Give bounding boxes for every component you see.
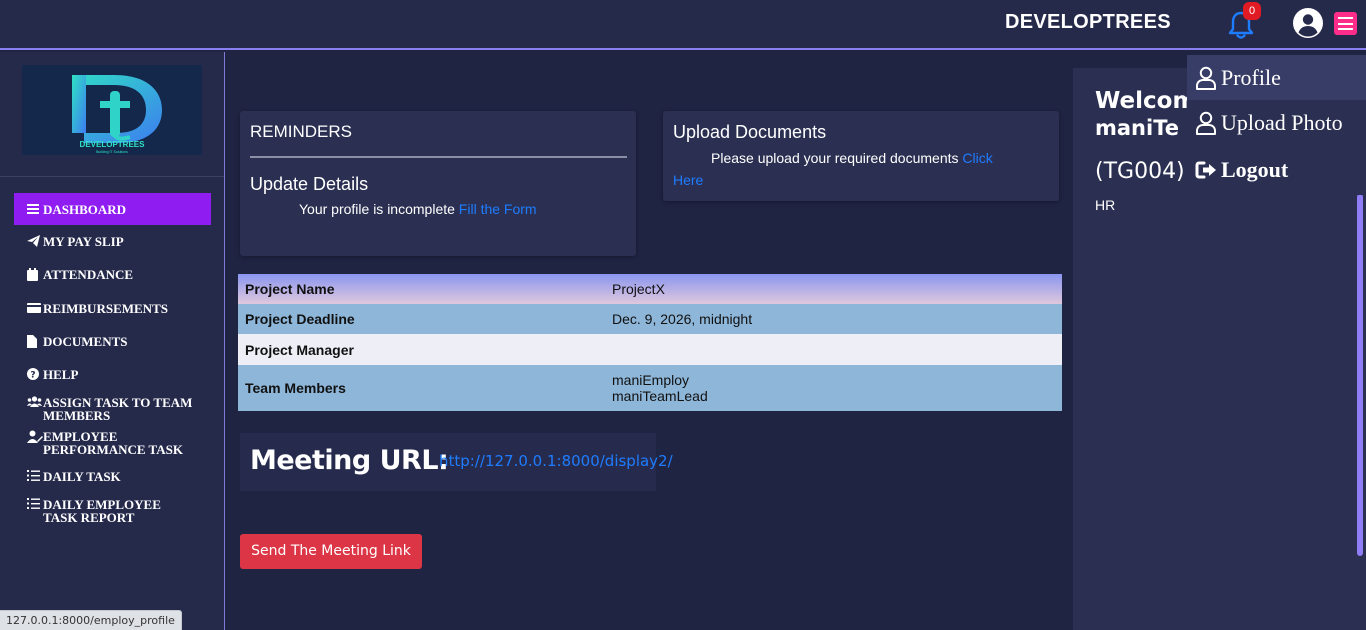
hamburger-menu-button[interactable] bbox=[1334, 12, 1357, 35]
reminder-text: Your profile is incomplete bbox=[299, 201, 455, 217]
employee-name: maniTe bbox=[1095, 116, 1179, 140]
upload-text: Please upload your required documents bbox=[711, 150, 959, 166]
credit-card-icon bbox=[27, 302, 41, 315]
browser-status-url: 127.0.0.1:8000/employ_profile bbox=[0, 610, 182, 630]
sidebar-item-label: EMPLOYEE PERFORMANCE TASK bbox=[43, 429, 183, 457]
dropdown-item-upload-photo[interactable]: Upload Photo bbox=[1187, 100, 1366, 145]
reminders-divider bbox=[250, 156, 627, 158]
list-check-icon bbox=[27, 498, 41, 511]
question-circle-icon: ? bbox=[27, 368, 41, 382]
sidebar-item-help[interactable]: ? HELP bbox=[14, 368, 211, 388]
logo-text: DEVELOPTREES bbox=[80, 140, 146, 149]
upload-documents-card: Upload Documents Please upload your requ… bbox=[663, 111, 1059, 201]
team-member: maniEmploy bbox=[612, 372, 690, 388]
upload-documents-title: Upload Documents bbox=[673, 122, 827, 142]
sidebar-item-label: REIMBURSEMENTS bbox=[43, 301, 168, 316]
table-cell-key: Project Manager bbox=[245, 341, 354, 358]
click-here-link[interactable]: Click bbox=[962, 150, 992, 166]
table-cell-value: Dec. 9, 2026, midnight bbox=[612, 311, 753, 327]
table-row: Project Name ProjectX bbox=[238, 274, 1062, 304]
logo-subtitle: Building IT Solutions bbox=[96, 150, 128, 154]
sidebar-item-assign-task[interactable]: ASSIGN TASK TO TEAM MEMBERS bbox=[14, 396, 211, 422]
paper-plane-icon bbox=[27, 235, 41, 249]
user-outline-icon bbox=[1196, 111, 1216, 135]
meeting-url-link[interactable]: http://127.0.0.1:8000/display2/ bbox=[439, 452, 673, 470]
sidebar-item-label: MY PAY SLIP bbox=[43, 234, 124, 249]
dropdown-item-label: Upload Photo bbox=[1221, 109, 1343, 135]
upload-instructions: Please upload your required documents Cl… bbox=[711, 150, 993, 166]
user-edit-icon bbox=[27, 430, 43, 445]
table-row: Project Manager bbox=[238, 334, 1062, 365]
table-cell-value: maniEmploy maniTeamLead bbox=[605, 365, 1062, 411]
file-icon bbox=[27, 335, 41, 350]
profile-incomplete-text: Your profile is incomplete Fill the Form bbox=[299, 201, 537, 217]
reminders-card: REMINDERS Update Details Your profile is… bbox=[240, 111, 636, 256]
bars-icon bbox=[27, 203, 41, 216]
sidebar-item-daily-employee-task-report[interactable]: DAILY EMPLOYEE TASK REPORT bbox=[14, 498, 211, 524]
calendar-icon bbox=[27, 268, 41, 283]
employee-id: (TG004) bbox=[1095, 159, 1185, 184]
hamburger-line bbox=[1338, 28, 1353, 30]
sidebar: DEVELOPTREES Building IT Solutions DASHB… bbox=[0, 52, 225, 630]
notification-badge: 0 bbox=[1243, 2, 1261, 20]
upload-link-continued: Here bbox=[673, 172, 703, 188]
table-cell-key: Project Deadline bbox=[245, 311, 355, 327]
dropdown-item-profile[interactable]: Profile bbox=[1187, 55, 1366, 100]
meeting-url-label: Meeting URL: bbox=[250, 445, 449, 476]
table-row: Team Members maniEmploy maniTeamLead bbox=[238, 365, 1062, 411]
sidebar-nav: DASHBOARD MY PAY SLIP ATTENDANCE REIMBUR… bbox=[14, 193, 211, 524]
click-here-link-continued[interactable]: Here bbox=[673, 172, 703, 188]
logo-graphic: DEVELOPTREES Building IT Solutions bbox=[58, 75, 162, 154]
sidebar-divider bbox=[0, 176, 224, 177]
send-meeting-link-button[interactable]: Send The Meeting Link bbox=[240, 534, 422, 569]
sign-out-icon bbox=[1195, 161, 1216, 178]
welcome-text: Welcom bbox=[1095, 88, 1197, 114]
sidebar-item-label: DOCUMENTS bbox=[43, 334, 128, 349]
sidebar-item-reimbursements[interactable]: REIMBURSEMENTS bbox=[14, 302, 211, 322]
sidebar-item-dashboard[interactable]: DASHBOARD bbox=[14, 193, 211, 225]
project-details-table: Project Name ProjectX Project Deadline D… bbox=[238, 274, 1062, 411]
user-dropdown-menu: Profile Upload Photo Logout bbox=[1187, 55, 1366, 195]
hamburger-line bbox=[1338, 22, 1353, 25]
table-row: Project Deadline Dec. 9, 2026, midnight bbox=[238, 304, 1062, 334]
sidebar-item-attendance[interactable]: ATTENDANCE bbox=[14, 268, 211, 288]
reminders-title: REMINDERS bbox=[250, 122, 353, 141]
team-member: maniTeamLead bbox=[612, 388, 708, 404]
sidebar-item-label: DAILY EMPLOYEE TASK REPORT bbox=[43, 497, 161, 525]
sidebar-item-label: DASHBOARD bbox=[43, 201, 127, 217]
sidebar-item-label: DAILY TASK bbox=[43, 469, 121, 484]
company-logo[interactable]: DEVELOPTREES Building IT Solutions bbox=[22, 65, 202, 155]
users-icon bbox=[27, 396, 42, 409]
brand-title[interactable]: DEVELOPTREES bbox=[1005, 11, 1171, 34]
sidebar-item-daily-task[interactable]: DAILY TASK bbox=[14, 470, 211, 490]
sidebar-item-documents[interactable]: DOCUMENTS bbox=[14, 335, 211, 355]
user-outline-icon bbox=[1196, 66, 1216, 90]
employee-department: HR bbox=[1095, 197, 1116, 213]
sidebar-item-label: HELP bbox=[43, 367, 79, 382]
sidebar-item-label: ATTENDANCE bbox=[43, 267, 134, 282]
dropdown-item-label: Profile bbox=[1221, 64, 1281, 90]
sidebar-item-label: ASSIGN TASK TO TEAM MEMBERS bbox=[43, 395, 193, 423]
top-navbar: DEVELOPTREES 0 bbox=[0, 0, 1366, 50]
update-details-title: Update Details bbox=[250, 174, 369, 194]
panel-scrollbar[interactable] bbox=[1357, 194, 1363, 556]
sidebar-item-my-pay-slip[interactable]: MY PAY SLIP bbox=[14, 235, 211, 255]
list-check-icon bbox=[27, 470, 41, 483]
meeting-url-box: Meeting URL: http://127.0.0.1:8000/displ… bbox=[240, 433, 673, 491]
dropdown-item-logout[interactable]: Logout bbox=[1187, 147, 1366, 192]
sidebar-item-employee-performance[interactable]: EMPLOYEE PERFORMANCE TASK bbox=[14, 430, 211, 456]
user-circle-icon[interactable] bbox=[1292, 7, 1324, 39]
table-cell-key: Project Name bbox=[245, 281, 335, 297]
hamburger-icon bbox=[1338, 17, 1353, 19]
dropdown-item-label: Logout bbox=[1221, 156, 1289, 182]
table-cell-value bbox=[605, 334, 1062, 365]
svg-text:?: ? bbox=[30, 371, 35, 381]
fill-the-form-link[interactable]: Fill the Form bbox=[459, 201, 537, 217]
table-cell-value: ProjectX bbox=[612, 281, 665, 297]
table-cell-key: Team Members bbox=[245, 380, 346, 396]
